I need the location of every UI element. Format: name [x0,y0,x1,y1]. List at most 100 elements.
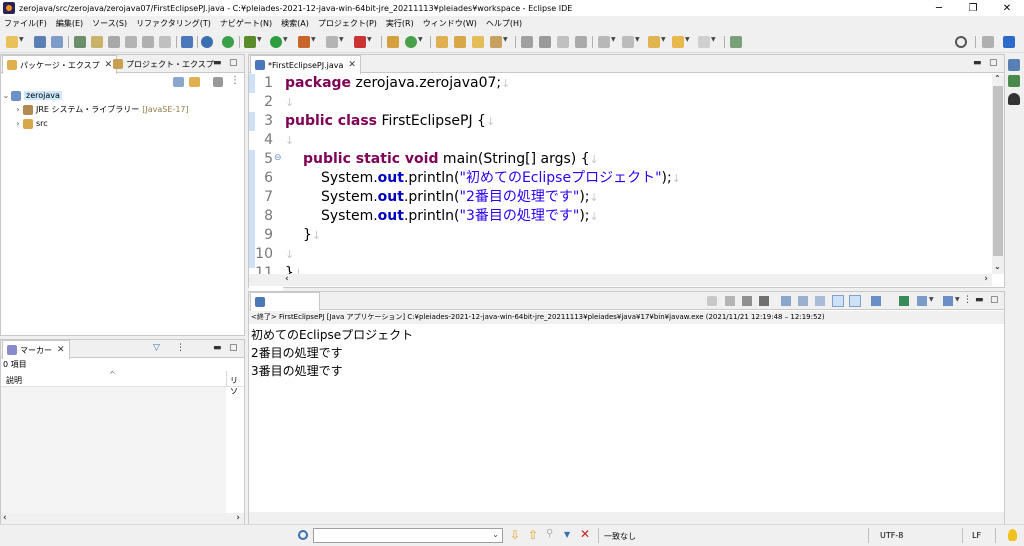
debug-target-icon[interactable] [201,36,213,48]
external-tools-dropdown-icon[interactable]: ▼ [367,36,372,43]
show-whitespace-icon[interactable] [575,36,587,48]
java-perspective-icon[interactable] [1003,36,1015,48]
forward-icon[interactable] [698,36,710,48]
open-perspective-icon[interactable] [982,36,994,48]
tip-bulb-icon[interactable] [1008,529,1017,541]
maximize-button[interactable]: ❐ [956,0,990,16]
clear-console-icon[interactable] [781,296,791,306]
menu-edit[interactable]: 編集(E) [56,18,83,29]
search-tool-icon[interactable] [490,36,502,48]
horizontal-scrollbar[interactable] [249,512,1004,524]
maximize-view-icon[interactable]: ▢ [990,295,999,305]
find-options-icon[interactable]: ▼ [564,530,570,539]
open-task-icon[interactable] [454,36,466,48]
save-all-icon[interactable] [51,36,63,48]
menu-source[interactable]: ソース(S) [92,18,127,29]
stop-icon[interactable] [326,36,338,48]
maximize-view-icon[interactable]: ▢ [989,58,998,68]
scroll-down-icon[interactable]: ⌄ [994,262,1001,271]
build-icon[interactable] [74,36,86,48]
close-find-icon[interactable]: ✕ [580,527,590,541]
stop-dropdown-icon[interactable]: ▼ [339,36,344,43]
debug-view-icon[interactable] [1008,93,1020,105]
tree-item-jre[interactable]: › JRE システム・ライブラリー [JavaSE-17] [13,103,189,116]
new-java-project-icon[interactable] [387,36,399,48]
chevron-down-icon[interactable]: ⌄ [1,91,11,100]
collapse-all-icon[interactable] [173,77,184,87]
tab-markers[interactable]: マーカー ✕ [2,340,70,359]
scroll-up-icon[interactable]: ⌃ [994,74,1001,83]
debug-icon[interactable] [244,36,256,48]
menu-navigate[interactable]: ナビゲート(N) [220,18,272,29]
menu-window[interactable]: ウィンドウ(W) [423,18,477,29]
chevron-down-icon[interactable]: ⌄ [492,530,499,539]
maximize-view-icon[interactable]: ▢ [229,343,238,353]
find-previous-icon[interactable]: ⇧ [528,528,538,542]
whitespace-icon[interactable] [142,36,154,48]
view-menu-icon[interactable]: ⋮ [963,295,972,305]
open-console-icon[interactable] [917,296,927,306]
display-console-icon[interactable] [899,296,909,306]
search-tool-dropdown-icon[interactable]: ▼ [503,36,508,43]
run-dropdown-icon[interactable]: ▼ [283,36,288,43]
tree-item-zerojava[interactable]: ⌄ zerojava [1,89,244,102]
scroll-right-icon[interactable]: › [984,274,988,284]
coverage-icon[interactable] [298,36,310,48]
next-annotation-icon[interactable] [598,36,610,48]
pin-editor-icon[interactable] [730,36,742,48]
pin-console-icon[interactable] [871,296,881,306]
outline-icon[interactable] [1008,59,1020,71]
terminal-icon[interactable] [181,36,193,48]
external-tools-icon[interactable] [354,36,366,48]
minimize-view-icon[interactable]: ▬ [213,58,222,68]
minimize-view-icon[interactable]: ▬ [973,58,982,68]
tab-project-explorer[interactable]: プロジェクト・エクスプ [109,55,218,73]
show-stdout-icon[interactable] [832,295,844,307]
line-ending-indicator[interactable]: LF [972,531,981,540]
scroll-right-icon[interactable]: › [236,513,240,523]
new-console-icon[interactable] [943,296,953,306]
find-input[interactable]: ⌄ [313,528,503,543]
console-output[interactable]: 初めてのEclipseプロジェクト 2番目の処理です 3番目の処理です [249,324,1004,512]
minimize-view-icon[interactable]: ▬ [213,343,222,353]
save-icon[interactable] [34,36,46,48]
new-console-dropdown-icon[interactable]: ▼ [955,296,960,303]
annotation-icon[interactable] [521,36,533,48]
new-class-icon[interactable] [405,36,417,48]
scroll-left-icon[interactable]: ‹ [3,513,7,523]
remove-all-icon[interactable] [759,296,769,306]
code-editor[interactable]: 1 2 3 4 5 6 7 8 9 10 11 ⊖ package zeroja… [249,74,1004,328]
tab-console[interactable] [250,292,320,311]
close-button[interactable]: ✕ [990,0,1024,16]
tab-editor-file[interactable]: *FirstEclipsePJ.java ✕ [250,55,361,74]
task-list-icon[interactable] [1008,75,1020,87]
last-edit-dropdown-icon[interactable]: ▼ [661,36,666,43]
mark-icon[interactable] [108,36,120,48]
horizontal-scrollbar[interactable]: ‹ › [249,274,992,286]
tab-package-explorer[interactable]: パッケージ・エクスプ ✕ [2,55,118,74]
open-type-icon[interactable] [436,36,448,48]
link-editor-icon[interactable] [189,77,200,87]
scroll-thumb[interactable] [993,86,1003,256]
breadcrumb-icon[interactable] [539,36,551,48]
column-description[interactable]: 説明 [6,375,22,386]
debug-dropdown-icon[interactable]: ▼ [257,36,262,43]
pilcrow-icon[interactable] [159,36,171,48]
terminate-icon[interactable] [707,296,717,306]
view-menu-icon[interactable]: ⋮ [230,75,240,86]
search-icon[interactable] [955,36,967,48]
last-edit-icon[interactable] [648,36,660,48]
minimize-button[interactable]: ─ [922,0,956,16]
scroll-lock-icon[interactable] [798,296,808,306]
back-dropdown-icon[interactable]: ▼ [685,36,690,43]
scroll-left-icon[interactable]: ‹ [285,274,289,284]
menu-search[interactable]: 検索(A) [281,18,309,29]
highlight-icon[interactable] [557,36,569,48]
stop-console-icon[interactable] [725,296,735,306]
back-icon[interactable] [672,36,684,48]
menu-help[interactable]: ヘルプ(H) [486,18,522,29]
block-icon[interactable] [125,36,137,48]
toggle-icon[interactable] [91,36,103,48]
show-stderr-icon[interactable] [849,295,861,307]
menu-file[interactable]: ファイル(F) [4,18,47,29]
